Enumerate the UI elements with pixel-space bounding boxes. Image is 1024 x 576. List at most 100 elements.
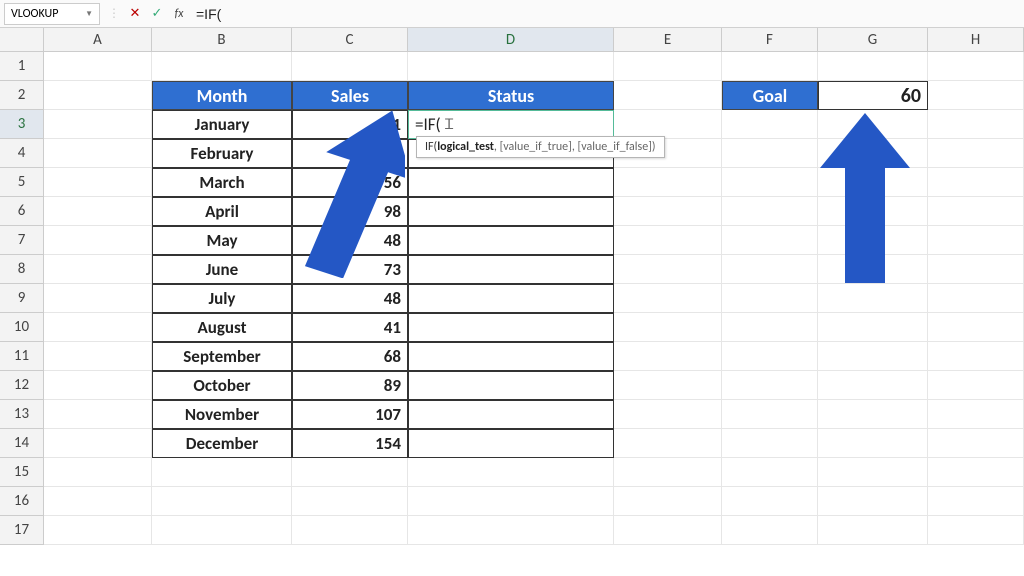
formula-input[interactable] (190, 3, 1024, 25)
cell[interactable] (818, 429, 928, 458)
cell[interactable] (614, 429, 722, 458)
cell[interactable] (44, 52, 152, 81)
cell[interactable] (818, 52, 928, 81)
row-header[interactable]: 13 (0, 400, 44, 429)
month-cell[interactable]: August (152, 313, 292, 342)
header-status[interactable]: Status (408, 81, 614, 110)
cell[interactable] (722, 342, 818, 371)
cell[interactable] (44, 81, 152, 110)
row-header[interactable]: 7 (0, 226, 44, 255)
row-header[interactable]: 6 (0, 197, 44, 226)
cell[interactable] (722, 52, 818, 81)
cell[interactable] (928, 255, 1024, 284)
status-cell[interactable] (408, 168, 614, 197)
month-cell[interactable]: March (152, 168, 292, 197)
row-header[interactable]: 8 (0, 255, 44, 284)
sales-cell[interactable]: 107 (292, 400, 408, 429)
status-cell[interactable] (408, 371, 614, 400)
cell[interactable] (818, 371, 928, 400)
cell[interactable] (818, 342, 928, 371)
month-cell[interactable]: April (152, 197, 292, 226)
month-cell[interactable]: May (152, 226, 292, 255)
row-header[interactable]: 15 (0, 458, 44, 487)
row-header[interactable]: 5 (0, 168, 44, 197)
cell[interactable] (614, 81, 722, 110)
cell[interactable] (614, 284, 722, 313)
cell[interactable] (818, 284, 928, 313)
col-header[interactable]: H (928, 28, 1024, 51)
cell[interactable] (44, 284, 152, 313)
cell[interactable] (722, 226, 818, 255)
cell[interactable] (44, 197, 152, 226)
cell[interactable] (44, 342, 152, 371)
cell[interactable] (614, 516, 722, 545)
status-cell[interactable] (408, 400, 614, 429)
cell[interactable] (292, 52, 408, 81)
cell[interactable] (818, 400, 928, 429)
cell[interactable] (928, 400, 1024, 429)
cell[interactable] (722, 487, 818, 516)
row-header[interactable]: 11 (0, 342, 44, 371)
cell[interactable] (928, 226, 1024, 255)
cell[interactable] (928, 197, 1024, 226)
cell[interactable] (44, 516, 152, 545)
cell[interactable] (928, 110, 1024, 139)
cell[interactable] (614, 458, 722, 487)
cell[interactable] (44, 313, 152, 342)
cell[interactable] (44, 110, 152, 139)
header-goal[interactable]: Goal (722, 81, 818, 110)
cell[interactable] (614, 110, 722, 139)
cell[interactable] (722, 458, 818, 487)
cell[interactable] (928, 313, 1024, 342)
status-cell[interactable] (408, 429, 614, 458)
cell[interactable] (44, 255, 152, 284)
cell[interactable] (928, 458, 1024, 487)
row-header[interactable]: 3 (0, 110, 44, 139)
cell[interactable] (818, 516, 928, 545)
row-header[interactable]: 17 (0, 516, 44, 545)
cell[interactable] (614, 487, 722, 516)
cell[interactable] (292, 516, 408, 545)
cell[interactable] (408, 487, 614, 516)
col-header[interactable]: A (44, 28, 152, 51)
cell[interactable] (614, 168, 722, 197)
cell[interactable] (722, 429, 818, 458)
editing-cell[interactable]: =IF(Ꮖ (408, 110, 614, 139)
status-cell[interactable] (408, 284, 614, 313)
cell[interactable] (44, 487, 152, 516)
confirm-button[interactable]: ✓ (146, 3, 168, 25)
cell[interactable] (614, 197, 722, 226)
sales-cell[interactable]: 41 (292, 313, 408, 342)
row-header[interactable]: 2 (0, 81, 44, 110)
cell[interactable] (928, 168, 1024, 197)
month-cell[interactable]: December (152, 429, 292, 458)
month-cell[interactable]: February (152, 139, 292, 168)
col-header[interactable]: G (818, 28, 928, 51)
cell[interactable] (928, 52, 1024, 81)
cell[interactable] (292, 458, 408, 487)
status-cell[interactable] (408, 255, 614, 284)
cell[interactable] (408, 516, 614, 545)
sales-cell[interactable]: 48 (292, 284, 408, 313)
chevron-down-icon[interactable]: ▼ (85, 9, 93, 19)
name-box[interactable]: VLOOKUP ▼ (4, 3, 100, 25)
cell[interactable] (722, 371, 818, 400)
cell[interactable] (928, 284, 1024, 313)
cell[interactable] (722, 313, 818, 342)
cell[interactable] (614, 342, 722, 371)
status-cell[interactable] (408, 342, 614, 371)
month-cell[interactable]: October (152, 371, 292, 400)
cancel-button[interactable]: ✕ (124, 3, 146, 25)
cell[interactable] (722, 168, 818, 197)
cell[interactable] (722, 516, 818, 545)
header-month[interactable]: Month (152, 81, 292, 110)
cell[interactable] (44, 458, 152, 487)
sales-cell[interactable]: 89 (292, 371, 408, 400)
cell[interactable] (928, 342, 1024, 371)
cell[interactable] (408, 458, 614, 487)
cell[interactable] (928, 81, 1024, 110)
row-header[interactable]: 14 (0, 429, 44, 458)
cell[interactable] (722, 400, 818, 429)
cell[interactable] (722, 197, 818, 226)
month-cell[interactable]: November (152, 400, 292, 429)
